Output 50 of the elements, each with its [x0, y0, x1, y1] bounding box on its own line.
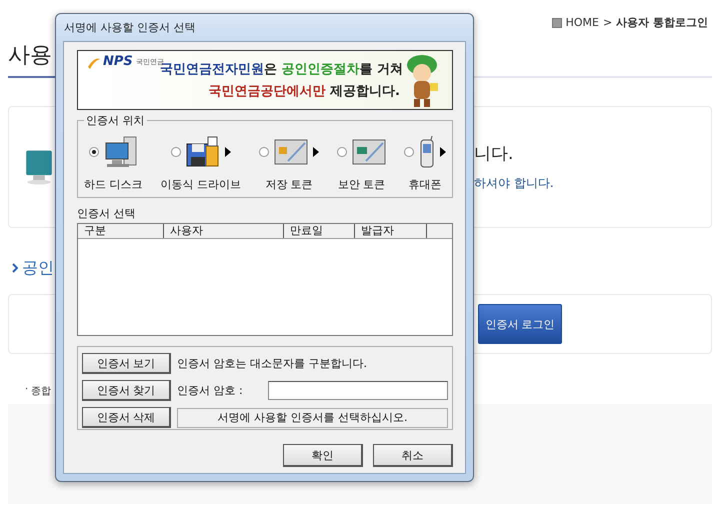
- breadcrumb-separator: >: [602, 16, 612, 29]
- bullet: ·: [25, 384, 28, 397]
- column-header[interactable]: 사용자: [164, 224, 284, 238]
- radio-button[interactable]: [337, 147, 347, 157]
- radio-button[interactable]: [259, 147, 269, 157]
- dialog-button[interactable]: 확인: [283, 444, 363, 467]
- location-label: 저장 토큰: [265, 177, 313, 192]
- footnote: 종합: [31, 385, 52, 398]
- password-field[interactable]: [268, 381, 448, 400]
- logo-text: NPS: [103, 54, 133, 69]
- notice-detail: 하셔야 합니다.: [474, 175, 555, 192]
- dialog-button[interactable]: 취소: [373, 444, 453, 467]
- arrow-icon[interactable]: [224, 147, 231, 157]
- list-label: 인증서 선택: [77, 206, 136, 220]
- chevron-icon: [12, 263, 18, 273]
- location-label: 하드 디스크: [84, 177, 142, 192]
- home-icon: [552, 18, 562, 28]
- window-title: 서명에 사용할 인증서 선택: [63, 20, 196, 36]
- location-label: 휴대폰: [408, 177, 442, 192]
- location-label: 보안 토큰: [338, 177, 386, 192]
- certificate-login-button[interactable]: 인증서 로그인: [478, 304, 562, 344]
- mobile-phone-icon: [419, 136, 435, 168]
- group-label: 인증서 위치: [84, 113, 146, 128]
- location-label: 이동식 드라이브: [160, 177, 241, 192]
- certificate-action-button[interactable]: 인증서 보기: [82, 353, 171, 374]
- smart-card-icon: [274, 139, 308, 165]
- certificate-action-button[interactable]: 인증서 삭제: [82, 407, 171, 428]
- certificate-action-button[interactable]: 인증서 찾기: [82, 380, 171, 401]
- hint-text: 인증서 암호는 대소문자를 구분합니다.: [177, 356, 367, 371]
- security-card-icon: [352, 139, 386, 165]
- banner-text: 국민연금전자민원은 공인인증절차를 거쳐: [160, 62, 400, 78]
- banner-text: 국민연금공단에서만 제공합니다.: [208, 83, 400, 100]
- certificate-list[interactable]: 구분 사용자 만료일 발급자: [77, 223, 453, 336]
- notice-text: 니다.: [474, 143, 514, 165]
- radio-button[interactable]: [88, 147, 99, 157]
- column-header[interactable]: 구분: [78, 224, 164, 238]
- breadcrumb-link[interactable]: HOME: [566, 16, 599, 29]
- column-header[interactable]: 만료일: [284, 224, 355, 238]
- floppy-disk-icon: [186, 136, 220, 168]
- radio-button[interactable]: [170, 147, 181, 157]
- column-header[interactable]: 발급자: [355, 224, 427, 238]
- section-heading: 공인: [22, 258, 54, 278]
- radio-button[interactable]: [404, 147, 414, 157]
- page-title: 사용: [8, 42, 52, 70]
- arrow-icon[interactable]: [313, 147, 319, 157]
- arrow-icon[interactable]: [440, 147, 446, 157]
- computer-icon: [104, 136, 138, 168]
- status-message: 서명에 사용할 인증서를 선택하십시오.: [177, 408, 448, 428]
- password-label: 인증서 암호 :: [177, 383, 243, 398]
- breadcrumb-current: 사용자 통합로그인: [616, 15, 708, 30]
